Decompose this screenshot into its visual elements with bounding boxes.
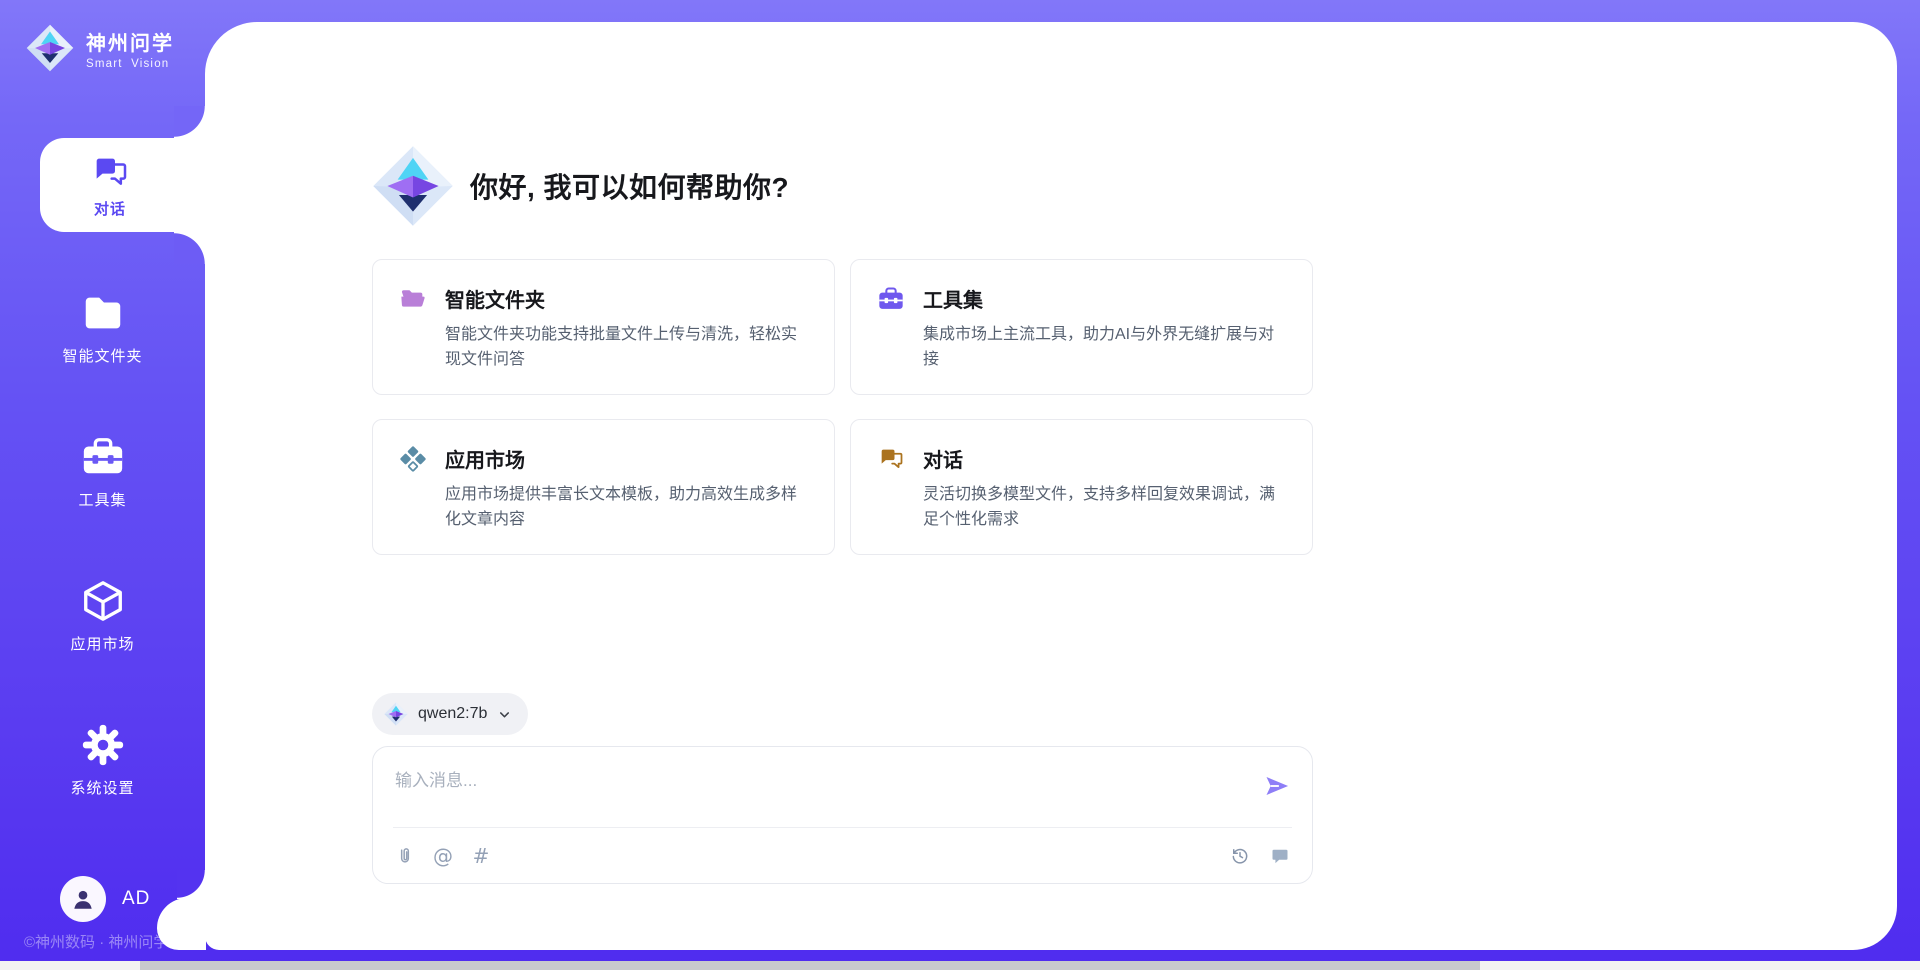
history-icon: [1230, 846, 1250, 866]
greeting: 你好, 我可以如何帮助你?: [372, 145, 1313, 227]
paperclip-icon: [395, 846, 415, 866]
card-toolset[interactable]: 工具集 集成市场上主流工具，助力AI与外界无缝扩展与对接: [850, 259, 1313, 395]
chat-bubble-icon: [1270, 846, 1290, 866]
mention-button[interactable]: @: [431, 844, 455, 868]
brand-name: 神州问学: [86, 27, 174, 56]
card-description: 智能文件夹功能支持批量文件上传与清洗，轻松实现文件问答: [445, 322, 808, 372]
hash-icon: #: [473, 846, 490, 866]
model-name: qwen2:7b: [418, 705, 487, 723]
feature-cards: 智能文件夹 智能文件夹功能支持批量文件上传与清洗，轻松实现文件问答 工具集 集成…: [372, 259, 1313, 555]
avatar: [60, 876, 106, 922]
person-icon: [70, 886, 96, 912]
active-tab-curve-top: [174, 106, 206, 138]
sidebar-item-app-market[interactable]: 应用市场: [0, 578, 205, 654]
sidebar: 神州问学 Smart Vision 对话 智能文件夹 工具集 应用市场 系统设置: [0, 0, 205, 970]
main-content: 你好, 我可以如何帮助你? 智能文件夹 智能文件夹功能支持批量文件上传与清洗，轻…: [372, 0, 1313, 928]
briefcase-icon: [877, 285, 905, 313]
cube-icon: [80, 578, 126, 624]
card-smart-folder[interactable]: 智能文件夹 智能文件夹功能支持批量文件上传与清洗，轻松实现文件问答: [372, 259, 835, 395]
assistant-logo-icon: [372, 145, 454, 227]
card-title: 对话: [923, 444, 963, 473]
brand: 神州问学 Smart Vision: [26, 24, 174, 72]
gear-icon: [80, 722, 126, 768]
card-title: 工具集: [923, 284, 983, 313]
copyright-text: ©神州数码 · 神州问学出品: [24, 931, 198, 952]
model-selector[interactable]: qwen2:7b: [372, 693, 528, 735]
folder-icon: [80, 290, 126, 336]
app-window: 神州问学 Smart Vision 对话 智能文件夹 工具集 应用市场 系统设置: [0, 0, 1920, 970]
card-title: 智能文件夹: [445, 284, 545, 313]
briefcase-icon: [80, 434, 126, 480]
folder-open-icon: [399, 285, 427, 313]
app-market-icon: [399, 445, 427, 473]
card-title: 应用市场: [445, 444, 525, 473]
history-button[interactable]: [1228, 844, 1252, 868]
card-description: 灵活切换多模型文件，支持多样回复效果调试，满足个性化需求: [923, 482, 1286, 532]
card-description: 集成市场上主流工具，助力AI与外界无缝扩展与对接: [923, 322, 1286, 372]
user-profile[interactable]: AD: [60, 876, 150, 922]
sidebar-item-label: 应用市场: [70, 633, 134, 654]
attach-file-button[interactable]: [393, 844, 417, 868]
topic-button[interactable]: #: [469, 844, 493, 868]
sidebar-item-toolset[interactable]: 工具集: [0, 434, 205, 510]
send-icon: [1263, 772, 1291, 800]
sidebar-item-label: 工具集: [78, 489, 126, 510]
chevron-down-icon: [497, 707, 512, 722]
horizontal-scrollbar: [0, 961, 1920, 970]
sidebar-item-label: 智能文件夹: [62, 345, 142, 366]
chat-icon: [90, 152, 130, 192]
scrollbar-thumb[interactable]: [140, 961, 1480, 970]
send-button[interactable]: [1262, 772, 1292, 802]
greeting-title: 你好, 我可以如何帮助你?: [470, 166, 789, 206]
user-name: AD: [122, 888, 150, 910]
sidebar-item-smart-folder[interactable]: 智能文件夹: [0, 290, 205, 366]
at-icon: @: [433, 846, 453, 866]
message-composer: @ #: [372, 746, 1313, 884]
message-input[interactable]: [373, 747, 1262, 827]
brand-subtitle: Smart Vision: [86, 58, 174, 70]
card-description: 应用市场提供丰富长文本模板，助力高效生成多样化文章内容: [445, 482, 808, 532]
sidebar-item-chat[interactable]: 对话: [40, 138, 206, 232]
conversation-button[interactable]: [1268, 844, 1292, 868]
card-app-market[interactable]: 应用市场 应用市场提供丰富长文本模板，助力高效生成多样化文章内容: [372, 419, 835, 555]
chat-icon: [877, 445, 905, 473]
card-chat[interactable]: 对话 灵活切换多模型文件，支持多样回复效果调试，满足个性化需求: [850, 419, 1313, 555]
active-tab-curve-bottom: [174, 232, 206, 264]
model-logo-icon: [384, 702, 408, 726]
brand-logo-icon: [26, 24, 74, 72]
sidebar-item-label: 对话: [94, 198, 126, 219]
sidebar-item-settings[interactable]: 系统设置: [0, 722, 205, 798]
sidebar-item-label: 系统设置: [70, 777, 134, 798]
